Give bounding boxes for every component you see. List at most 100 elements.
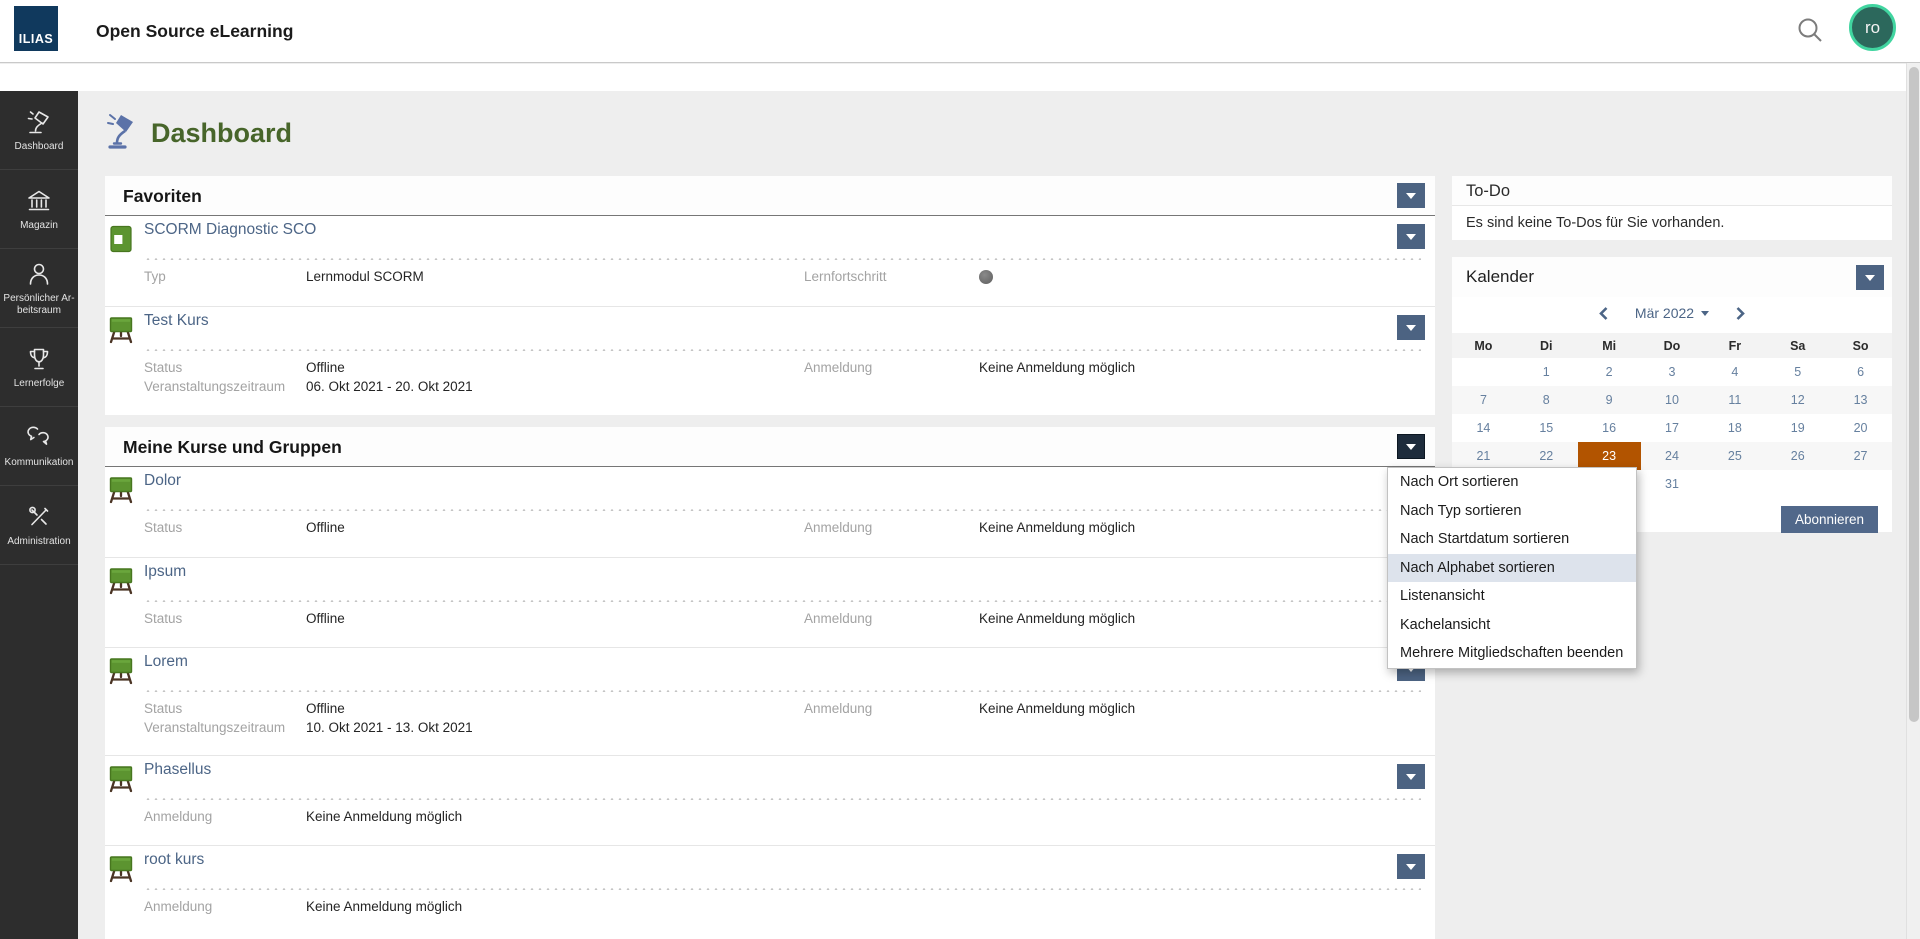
calendar-day[interactable]: 1 (1515, 358, 1578, 386)
item-actions-dropdown[interactable] (1397, 764, 1425, 789)
calendar-day[interactable]: 24 (1641, 442, 1704, 470)
item-actions-dropdown[interactable] (1397, 854, 1425, 879)
sidebar-item-magazin[interactable]: Magazin (0, 170, 78, 249)
detail-label: Anmeldung (804, 518, 979, 537)
calendar-day[interactable]: 17 (1641, 414, 1704, 442)
calendar-day[interactable]: 22 (1515, 442, 1578, 470)
detail-value (979, 897, 1389, 916)
detail-value: Offline (306, 518, 804, 537)
detail-value: 06. Okt 2021 - 20. Okt 2021 (306, 377, 804, 396)
menu-item[interactable]: Mehrere Mitgliedschaften beenden (1388, 639, 1636, 668)
detail-label: Status (144, 609, 306, 628)
list-item: Lorem StatusOfflineAnmeldungKeine Anmeldu… (105, 647, 1435, 755)
favorites-actions-dropdown[interactable] (1397, 183, 1425, 208)
list-item: root kursAnmeldungKeine Anmeldung möglic… (105, 845, 1435, 935)
courses-panel-title: Meine Kurse und Gruppen (123, 437, 342, 457)
calendar-week-row: 123456 (1452, 358, 1892, 386)
calendar-day[interactable]: 14 (1452, 414, 1515, 442)
item-title-link[interactable]: Ipsum (144, 562, 186, 582)
calendar-day[interactable]: 4 (1703, 358, 1766, 386)
sidebar-item-lernerfolge[interactable]: Lernerfolge (0, 328, 78, 407)
item-details: StatusOfflineAnmeldungKeine Anmeldung mö… (144, 609, 1389, 628)
calendar-day[interactable]: 9 (1578, 386, 1641, 414)
sidebar-item-label: Persönlicher Ar-beitsraum (0, 293, 78, 317)
item-actions-dropdown[interactable] (1397, 224, 1425, 249)
person-icon (25, 260, 53, 288)
calendar-prev-month-button[interactable] (1598, 306, 1609, 321)
menu-item[interactable]: Nach Startdatum sortieren (1388, 525, 1636, 554)
item-actions-dropdown[interactable] (1397, 315, 1425, 340)
caret-down-icon (1406, 864, 1416, 870)
menu-item[interactable]: Kachelansicht (1388, 611, 1636, 640)
calendar-month-selector[interactable]: Mär 2022 (1635, 305, 1709, 321)
calendar-day[interactable]: 19 (1766, 414, 1829, 442)
calendar-day[interactable]: 13 (1829, 386, 1892, 414)
caret-down-icon (1406, 774, 1416, 780)
sidebar-item-dashboard[interactable]: Dashboard (0, 91, 78, 170)
calendar-day[interactable]: 7 (1452, 386, 1515, 414)
detail-value: Keine Anmeldung möglich (979, 358, 1389, 377)
menu-item[interactable]: Listenansicht (1388, 582, 1636, 611)
calendar-day[interactable]: 6 (1829, 358, 1892, 386)
calendar-day[interactable]: 5 (1766, 358, 1829, 386)
detail-label: Anmeldung (144, 897, 306, 916)
ilias-logo[interactable]: ILIAS (14, 6, 58, 51)
calendar-day[interactable]: 21 (1452, 442, 1515, 470)
item-body: Phasellus AnmeldungKeine Anmeldung möglic… (144, 760, 1389, 826)
calendar-day[interactable]: 11 (1703, 386, 1766, 414)
menu-item[interactable]: Nach Ort sortieren (1388, 468, 1636, 497)
detail-label: Anmeldung (144, 807, 306, 826)
detail-value (979, 718, 1389, 737)
item-title-link[interactable]: Lorem (144, 652, 188, 672)
menu-item[interactable]: Nach Alphabet sortieren (1388, 554, 1636, 583)
calendar-day[interactable]: 27 (1829, 442, 1892, 470)
calendar-next-month-button[interactable] (1735, 306, 1746, 321)
favorites-panel-header: Favoriten (105, 176, 1435, 216)
sidebar-item-arbeitsraum[interactable]: Persönlicher Ar-beitsraum (0, 249, 78, 328)
calendar-day[interactable]: 16 (1578, 414, 1641, 442)
caret-down-icon (1406, 234, 1416, 240)
item-body: SCORM Diagnostic SCOTypLernmodul SCORMLe… (144, 220, 1389, 286)
item-title-link[interactable]: Test Kurs (144, 311, 209, 331)
sidebar-item-kommunikation[interactable]: Kommunikation (0, 407, 78, 486)
user-avatar[interactable]: ro (1849, 4, 1896, 51)
calendar-day[interactable]: 25 (1703, 442, 1766, 470)
page-scrollbar-thumb[interactable] (1909, 67, 1919, 722)
header-spacer (0, 64, 1906, 91)
item-body: Lorem StatusOfflineAnmeldungKeine Anmeldu… (144, 652, 1389, 737)
calendar-weekday: Mo (1452, 333, 1515, 358)
calendar-day[interactable]: 10 (1641, 386, 1704, 414)
courses-actions-dropdown-open[interactable] (1397, 434, 1425, 459)
calendar-day[interactable]: 8 (1515, 386, 1578, 414)
detail-label (804, 897, 979, 916)
item-body: root kursAnmeldungKeine Anmeldung möglic… (144, 850, 1389, 916)
item-title-link[interactable]: root kurs (144, 850, 204, 870)
course-icon (109, 315, 133, 345)
calendar-day[interactable]: 2 (1578, 358, 1641, 386)
calendar-day[interactable]: 26 (1766, 442, 1829, 470)
search-button[interactable] (1793, 14, 1827, 48)
calendar-day[interactable]: 3 (1641, 358, 1704, 386)
menu-item[interactable]: Nach Typ sortieren (1388, 497, 1636, 526)
item-title-link[interactable]: Dolor (144, 471, 181, 491)
item-details: AnmeldungKeine Anmeldung möglich (144, 807, 1389, 826)
calendar-day[interactable]: 15 (1515, 414, 1578, 442)
detail-label (804, 807, 979, 826)
calendar-day[interactable]: 18 (1703, 414, 1766, 442)
sidebar-item-label: Administration (5, 536, 72, 548)
calendar-actions-dropdown[interactable] (1856, 265, 1884, 290)
item-title-link[interactable]: SCORM Diagnostic SCO (144, 220, 316, 240)
detail-label: Status (144, 518, 306, 537)
item-title-link[interactable]: Phasellus (144, 760, 211, 780)
calendar-day[interactable]: 12 (1766, 386, 1829, 414)
calendar-day-selected[interactable]: 23 (1578, 442, 1641, 470)
detail-label: Lernfortschritt (804, 267, 979, 286)
item-details: StatusOfflineAnmeldungKeine Anmeldung mö… (144, 699, 1389, 737)
calendar-day[interactable]: 20 (1829, 414, 1892, 442)
caret-down-icon (1701, 311, 1709, 316)
calendar-day[interactable]: 31 (1641, 470, 1704, 498)
calendar-weekday: Sa (1766, 333, 1829, 358)
sidebar-item-administration[interactable]: Administration (0, 486, 78, 565)
calendar-subscribe-button[interactable]: Abonnieren (1781, 506, 1878, 533)
main-sidebar: DashboardMagazin Persönlicher Ar-beitsrau… (0, 91, 78, 939)
